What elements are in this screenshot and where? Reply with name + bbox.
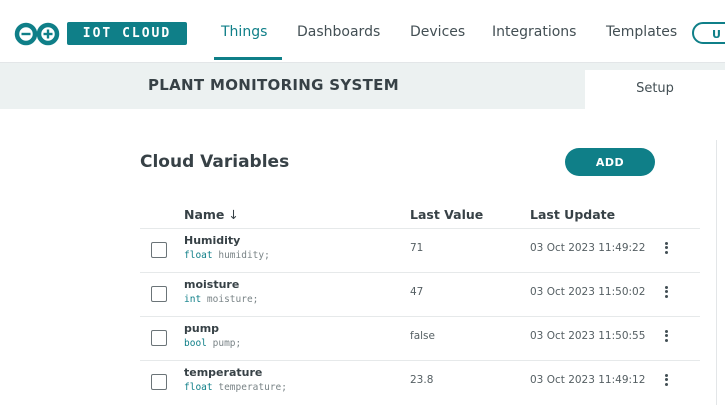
upgrade-button[interactable]: U	[692, 22, 725, 44]
row-checkbox[interactable]	[151, 330, 167, 346]
variable-type: float	[184, 250, 213, 261]
more-options-icon[interactable]	[661, 328, 671, 346]
table-row[interactable]: Humidity float humidity; 71 03 Oct 2023 …	[140, 228, 700, 273]
variable-declaration: int moisture;	[184, 294, 258, 305]
column-header-last-value: Last Value	[410, 207, 484, 222]
column-header-name[interactable]: Name ↓	[184, 207, 239, 222]
brand-name: IOT CLOUD	[67, 22, 187, 45]
variable-last-value: false	[410, 330, 435, 342]
variable-last-update: 03 Oct 2023 11:49:22	[530, 242, 646, 254]
more-options-icon[interactable]	[661, 240, 671, 258]
variable-declaration: bool pump;	[184, 338, 241, 349]
variable-declaration: float humidity;	[184, 250, 270, 261]
column-header-last-update: Last Update	[530, 207, 616, 222]
row-checkbox[interactable]	[151, 374, 167, 390]
table-row[interactable]: pump bool pump; false 03 Oct 2023 11:50:…	[140, 316, 700, 361]
variable-identifier: moisture;	[206, 294, 259, 305]
variable-last-update: 03 Oct 2023 11:50:55	[530, 330, 646, 342]
section-title: Cloud Variables	[140, 152, 290, 172]
nav-tab-things[interactable]: Things	[221, 24, 267, 40]
thing-title: PLANT MONITORING SYSTEM	[148, 76, 399, 94]
variable-last-value: 23.8	[410, 374, 434, 386]
variable-identifier: humidity;	[218, 250, 270, 261]
variable-name: Humidity	[184, 234, 241, 247]
variable-last-update: 03 Oct 2023 11:49:12	[530, 374, 646, 386]
variable-last-value: 71	[410, 242, 424, 254]
variable-identifier: temperature;	[218, 382, 287, 393]
variable-name: pump	[184, 322, 220, 335]
sort-down-arrow-icon[interactable]: ↓	[228, 207, 238, 222]
nav-tab-integrations[interactable]: Integrations	[492, 24, 576, 40]
nav-tab-templates[interactable]: Templates	[606, 24, 677, 40]
row-checkbox[interactable]	[151, 286, 167, 302]
table-row[interactable]: moisture int moisture; 47 03 Oct 2023 11…	[140, 272, 700, 317]
table-row[interactable]: temperature float temperature; 23.8 03 O…	[140, 360, 700, 405]
variable-type: int	[184, 294, 202, 305]
variable-type: float	[184, 382, 213, 393]
variable-identifier: pump;	[212, 338, 242, 349]
add-variable-button[interactable]: ADD	[565, 148, 655, 176]
panel-divider	[716, 140, 717, 405]
nav-active-indicator	[214, 57, 282, 60]
nav-tab-devices[interactable]: Devices	[410, 24, 465, 40]
column-header-name-label: Name	[184, 207, 225, 222]
variable-name: moisture	[184, 278, 240, 291]
more-options-icon[interactable]	[661, 372, 671, 390]
nav-tab-dashboards[interactable]: Dashboards	[297, 24, 380, 40]
variable-type: bool	[184, 338, 207, 349]
arduino-logo-icon[interactable]	[14, 22, 60, 46]
more-options-icon[interactable]	[661, 284, 671, 302]
variable-last-value: 47	[410, 286, 424, 298]
variable-name: temperature	[184, 366, 263, 379]
variable-declaration: float temperature;	[184, 382, 287, 393]
row-checkbox[interactable]	[151, 242, 167, 258]
variable-last-update: 03 Oct 2023 11:50:02	[530, 286, 646, 298]
tab-setup[interactable]: Setup	[585, 70, 725, 110]
